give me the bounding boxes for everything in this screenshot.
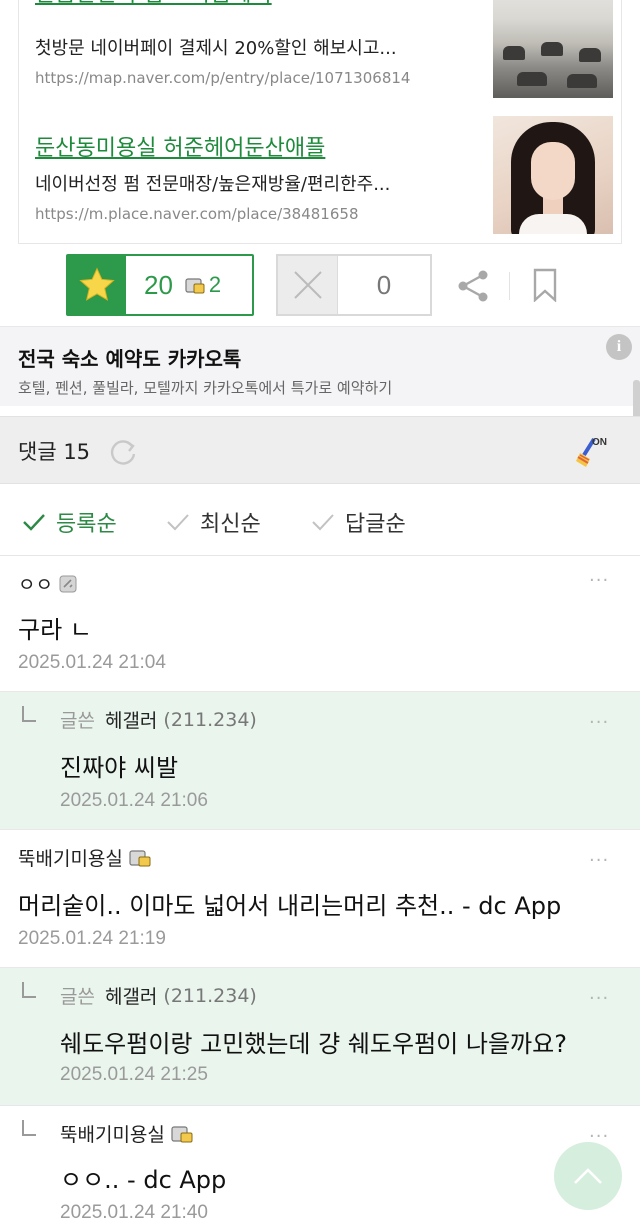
sort-registered[interactable]: 등록순: [22, 506, 117, 538]
sort-label: 최신순: [200, 512, 261, 537]
recommend-button[interactable]: 20 2: [66, 254, 254, 316]
author-name[interactable]: 뚝배기미용실: [18, 844, 123, 871]
fixed-recommend: 2: [185, 256, 221, 314]
divider: [509, 272, 510, 300]
ad-description[interactable]: 첫방문 네이버페이 결제시 20%할인 해보시고...: [35, 34, 475, 60]
fixed-member-icon: [129, 849, 151, 866]
comment-item: ㅇㅇ ··· 구라 ㄴ 2025.01.24 21:04: [0, 556, 640, 692]
x-icon: [278, 256, 338, 314]
comment-date: 2025.01.24 21:19: [18, 928, 166, 949]
comment-date: 2025.01.24 21:25: [60, 1064, 208, 1085]
author-name[interactable]: ㅇㅇ: [18, 570, 53, 597]
sort-label: 답글순: [345, 512, 406, 537]
comment-date: 2025.01.24 21:04: [18, 652, 166, 673]
comment-author[interactable]: ㅇㅇ: [18, 570, 77, 597]
writer-tag: 글쓴: [60, 986, 95, 1008]
ad-url[interactable]: https://m.place.naver.com/place/38481658: [35, 205, 358, 223]
nonrecommend-count: 0: [376, 270, 392, 300]
ad-description[interactable]: 네이버선정 펌 전문매장/높은재방율/편리한주...: [35, 170, 475, 196]
comment-text: 머리숱이.. 이마도 넓어서 내리는머리 추천.. - dc App: [18, 892, 562, 920]
comment-author[interactable]: 글쓴 헤갤러 (211.234): [60, 982, 257, 1009]
promo-banner[interactable]: 전국 숙소 예약도 카카오톡 호텔, 펜션, 풀빌라, 모텔까지 카카오톡에서 …: [0, 326, 640, 406]
check-icon: [312, 514, 334, 531]
sort-replies[interactable]: 답글순: [311, 506, 406, 538]
more-options-icon[interactable]: ···: [589, 988, 609, 1009]
svg-text:ON: ON: [592, 437, 607, 448]
sort-tabs: 등록순 최신순 답글순: [0, 484, 640, 556]
sort-label: 등록순: [56, 512, 117, 537]
reply-item: 글쓴 헤갤러 (211.234) ··· 쉐도우펌이랑 고민했는데 걍 쉐도우펌…: [0, 968, 640, 1106]
info-icon[interactable]: i: [606, 334, 632, 360]
fixed-member-icon: [185, 278, 205, 294]
member-icon: [59, 575, 77, 592]
share-icon[interactable]: [456, 268, 492, 308]
more-options-icon[interactable]: ···: [589, 570, 609, 591]
author-name[interactable]: 헤갤러: [105, 982, 157, 1009]
author-ip: (211.234): [163, 984, 257, 1007]
author-ip: (211.234): [163, 708, 257, 731]
comment-date: 2025.01.24 21:06: [60, 790, 208, 811]
banner-subtitle[interactable]: 호텔, 펜션, 풀빌라, 모텔까지 카카오톡에서 특가로 예약하기: [18, 377, 392, 398]
author-name[interactable]: 헤갤러: [105, 706, 157, 733]
comment-author[interactable]: 뚝배기미용실: [18, 844, 151, 871]
sort-latest[interactable]: 최신순: [166, 506, 261, 538]
comments-header: 댓글 15 ON: [0, 416, 640, 484]
check-icon: [167, 514, 189, 531]
ad-url[interactable]: https://map.naver.com/p/entry/place/1071…: [35, 69, 410, 87]
comment-item: 뚝배기미용실 ··· 머리숱이.. 이마도 넓어서 내리는머리 추천.. - d…: [0, 830, 640, 968]
ad-item[interactable]: 깔끔한실력 펌 모나봄헤어 첫방문 네이버페이 결제시 20%할인 해보시고..…: [35, 0, 613, 98]
vote-bar: 20 2 0: [0, 254, 640, 316]
banner-title[interactable]: 전국 숙소 예약도 카카오톡: [18, 343, 241, 372]
reply-arrow-icon: [22, 1120, 36, 1136]
reply-arrow-icon: [22, 982, 36, 998]
comment-author[interactable]: 뚝배기미용실: [60, 1120, 193, 1147]
more-options-icon[interactable]: ···: [589, 850, 609, 871]
ad-title[interactable]: 둔산동미용실 허준헤어둔산애플: [35, 130, 325, 162]
ad-item[interactable]: 둔산동미용실 허준헤어둔산애플 네이버선정 펌 전문매장/높은재방율/편리한주.…: [35, 116, 613, 236]
fixed-member-icon: [171, 1125, 193, 1142]
chevron-up-icon: [574, 1168, 602, 1184]
comment-count-label: 댓글 15: [18, 440, 91, 464]
ad-list: 깔끔한실력 펌 모나봄헤어 첫방문 네이버페이 결제시 20%할인 해보시고..…: [18, 0, 622, 244]
nonrecommend-button[interactable]: 0: [276, 254, 432, 316]
ad-thumbnail[interactable]: [493, 116, 613, 234]
scroll-top-button[interactable]: [554, 1142, 622, 1210]
fixed-count: 2: [208, 272, 222, 297]
comment-text: 쉐도우펌이랑 고민했는데 걍 쉐도우펌이 나을까요?: [60, 1030, 567, 1058]
ad-thumbnail[interactable]: [493, 0, 613, 98]
comment-text: ㅇㅇ.. - dc App: [60, 1166, 227, 1194]
star-icon: [68, 256, 126, 314]
reply-item: 글쓴 헤갤러 (211.234) ··· 진짜야 씨발 2025.01.24 2…: [0, 692, 640, 830]
more-options-icon[interactable]: ···: [589, 712, 609, 733]
reply-item: 뚝배기미용실 ··· ㅇㅇ.. - dc App 2025.01.24 21:4…: [0, 1106, 640, 1229]
writer-tag: 글쓴: [60, 710, 95, 732]
bookmark-icon[interactable]: [533, 268, 557, 306]
recommend-count: 20: [144, 270, 173, 300]
refresh-icon[interactable]: [108, 437, 138, 471]
comment-text: 구라 ㄴ: [18, 616, 92, 644]
broom-on-icon[interactable]: ON: [574, 433, 608, 473]
author-name[interactable]: 뚝배기미용실: [60, 1120, 165, 1147]
check-icon: [23, 514, 45, 531]
comment-text: 진짜야 씨발: [60, 754, 179, 782]
comment-author[interactable]: 글쓴 헤갤러 (211.234): [60, 706, 257, 733]
reply-arrow-icon: [22, 706, 36, 722]
comment-date: 2025.01.24 21:40: [60, 1202, 208, 1223]
ad-title[interactable]: 깔끔한실력 펌 모나봄헤어: [35, 0, 272, 8]
